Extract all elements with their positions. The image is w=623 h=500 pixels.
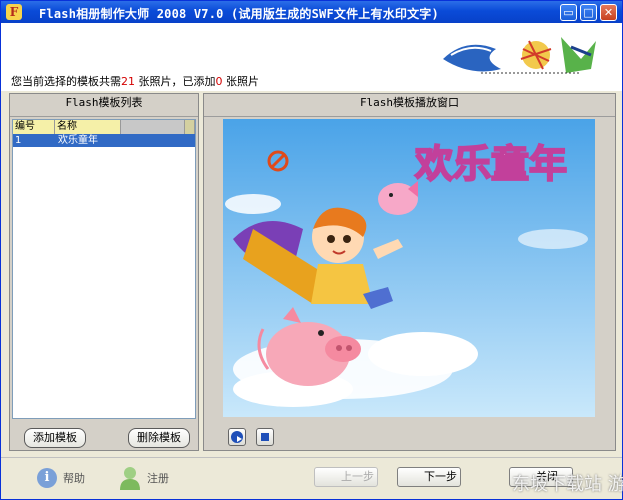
list-item-name: 欢乐童年: [58, 135, 98, 146]
list-header: 编号 名称: [13, 120, 195, 134]
stage-title-text: 欢乐童年: [414, 142, 567, 186]
required-photo-count: 21: [121, 75, 135, 88]
banner-decoration: [441, 29, 601, 81]
info-prefix: 您当前选择的模板共需: [11, 75, 121, 88]
remove-template-button[interactable]: 删除模板: [128, 428, 190, 448]
info-middle: 张照片，已添加: [135, 75, 216, 88]
user-icon: [120, 467, 140, 490]
play-icon: [231, 431, 243, 443]
column-header-name[interactable]: 名称: [55, 120, 121, 134]
list-item[interactable]: 1 欢乐童年: [13, 134, 195, 147]
column-header-number[interactable]: 编号: [13, 120, 55, 134]
template-list-panel: Flash模板列表 编号 名称 1 欢乐童年 添加模板 删除模板: [9, 93, 199, 451]
help-link[interactable]: i 帮助: [37, 468, 85, 488]
column-header-blank[interactable]: [121, 120, 185, 134]
play-button[interactable]: [228, 428, 246, 446]
close-window-button[interactable]: ✕: [600, 4, 617, 21]
help-label: 帮助: [63, 472, 85, 485]
window-title: Flash相册制作大师 2008 V7.0 (试用版生成的SWF文件上有水印文字…: [39, 7, 439, 21]
stop-icon: [261, 433, 269, 441]
template-list[interactable]: 编号 名称 1 欢乐童年: [12, 119, 196, 419]
info-suffix: 张照片: [222, 75, 259, 88]
column-header-end[interactable]: [185, 120, 195, 134]
app-icon: F: [6, 4, 22, 20]
list-item-number: 1: [15, 135, 22, 146]
back-button[interactable]: 上一步: [314, 467, 378, 487]
player-panel: Flash模板播放窗口 欢乐童年: [203, 93, 616, 451]
template-list-title: Flash模板列表: [10, 94, 198, 117]
header-area: 您当前选择的模板共需21 张照片，已添加0 张照片: [1, 23, 622, 91]
register-link[interactable]: 注册: [119, 466, 169, 490]
photo-count-info: 您当前选择的模板共需21 张照片，已添加0 张照片: [11, 73, 259, 89]
flash-preview-stage[interactable]: 欢乐童年: [223, 119, 595, 417]
info-icon: i: [37, 468, 57, 488]
app-window: F Flash相册制作大师 2008 V7.0 (试用版生成的SWF文件上有水印…: [0, 0, 623, 500]
add-template-button[interactable]: 添加模板: [24, 428, 86, 448]
minimize-button[interactable]: ▭: [560, 4, 577, 21]
title-bar[interactable]: F Flash相册制作大师 2008 V7.0 (试用版生成的SWF文件上有水印…: [1, 1, 622, 23]
stop-button[interactable]: [256, 428, 274, 446]
next-button[interactable]: 下一步: [397, 467, 461, 487]
maximize-button[interactable]: □: [580, 4, 597, 21]
added-photo-count: 0: [215, 75, 223, 88]
register-label: 注册: [147, 472, 169, 485]
site-watermark: 东坡下载站 游网: [512, 474, 623, 495]
player-title: Flash模板播放窗口: [204, 94, 615, 117]
